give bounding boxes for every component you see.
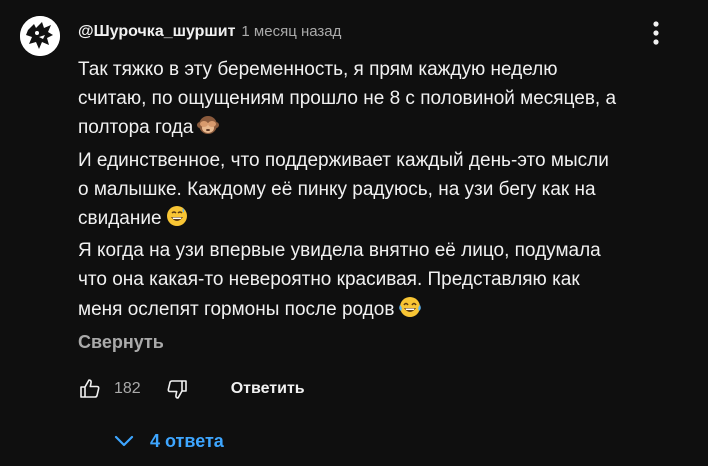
chevron-down-icon <box>114 435 134 447</box>
comment-line: что она какая-то невероятно красивая. Пр… <box>78 269 580 291</box>
dislike-button[interactable] <box>163 375 191 403</box>
comment-header: @Шурочка_шуршит 1 месяц назад <box>78 23 341 45</box>
collapse-button[interactable]: Свернуть <box>78 332 164 353</box>
view-replies-button[interactable]: 4 ответа <box>112 426 224 456</box>
like-count: 182 <box>114 380 141 397</box>
author-name[interactable]: @Шурочка_шуршит <box>78 23 235 41</box>
grinning-face-with-sweat-emoji <box>166 205 188 236</box>
comment-line: свидание <box>78 204 688 236</box>
comment-line: полтора года <box>78 113 688 145</box>
replies-count-label: 4 ответа <box>150 430 224 451</box>
comment-line: о малышке. Каждому её пинку радуюсь, на … <box>78 178 596 200</box>
comment-text: Так тяжко в эту беременность, я прям каж… <box>78 55 688 327</box>
face-with-tears-of-joy-emoji <box>398 296 422 327</box>
more-vert-icon <box>653 21 659 45</box>
more-options-button[interactable] <box>644 18 668 48</box>
thumb-down-icon <box>167 380 187 399</box>
comment-line-text: свидание <box>78 208 162 230</box>
comment-timestamp[interactable]: 1 месяц назад <box>241 23 341 40</box>
avatar-image <box>20 16 60 56</box>
comment-line-text: меня ослепят гормоны после родов <box>78 298 395 320</box>
comment-line: И единственное, что поддерживает каждый … <box>78 149 609 171</box>
comment-line: Я когда на узи впервые увидела внятно её… <box>78 240 601 262</box>
see-no-evil-monkey-emoji <box>197 114 220 145</box>
thumb-up-icon <box>80 379 100 398</box>
comment-line-text: полтора года <box>78 117 194 139</box>
avatar[interactable] <box>20 16 60 56</box>
comment-line: считаю, по ощущениям прошло не 8 с полов… <box>78 88 617 110</box>
reply-button[interactable]: Ответить <box>231 380 305 398</box>
comment-line: Так тяжко в эту беременность, я прям каж… <box>78 59 558 80</box>
comment-line: меня ослепят гормоны после родов <box>78 295 688 327</box>
comment-actions: 182 Ответить <box>76 374 305 404</box>
like-button[interactable] <box>76 375 104 403</box>
